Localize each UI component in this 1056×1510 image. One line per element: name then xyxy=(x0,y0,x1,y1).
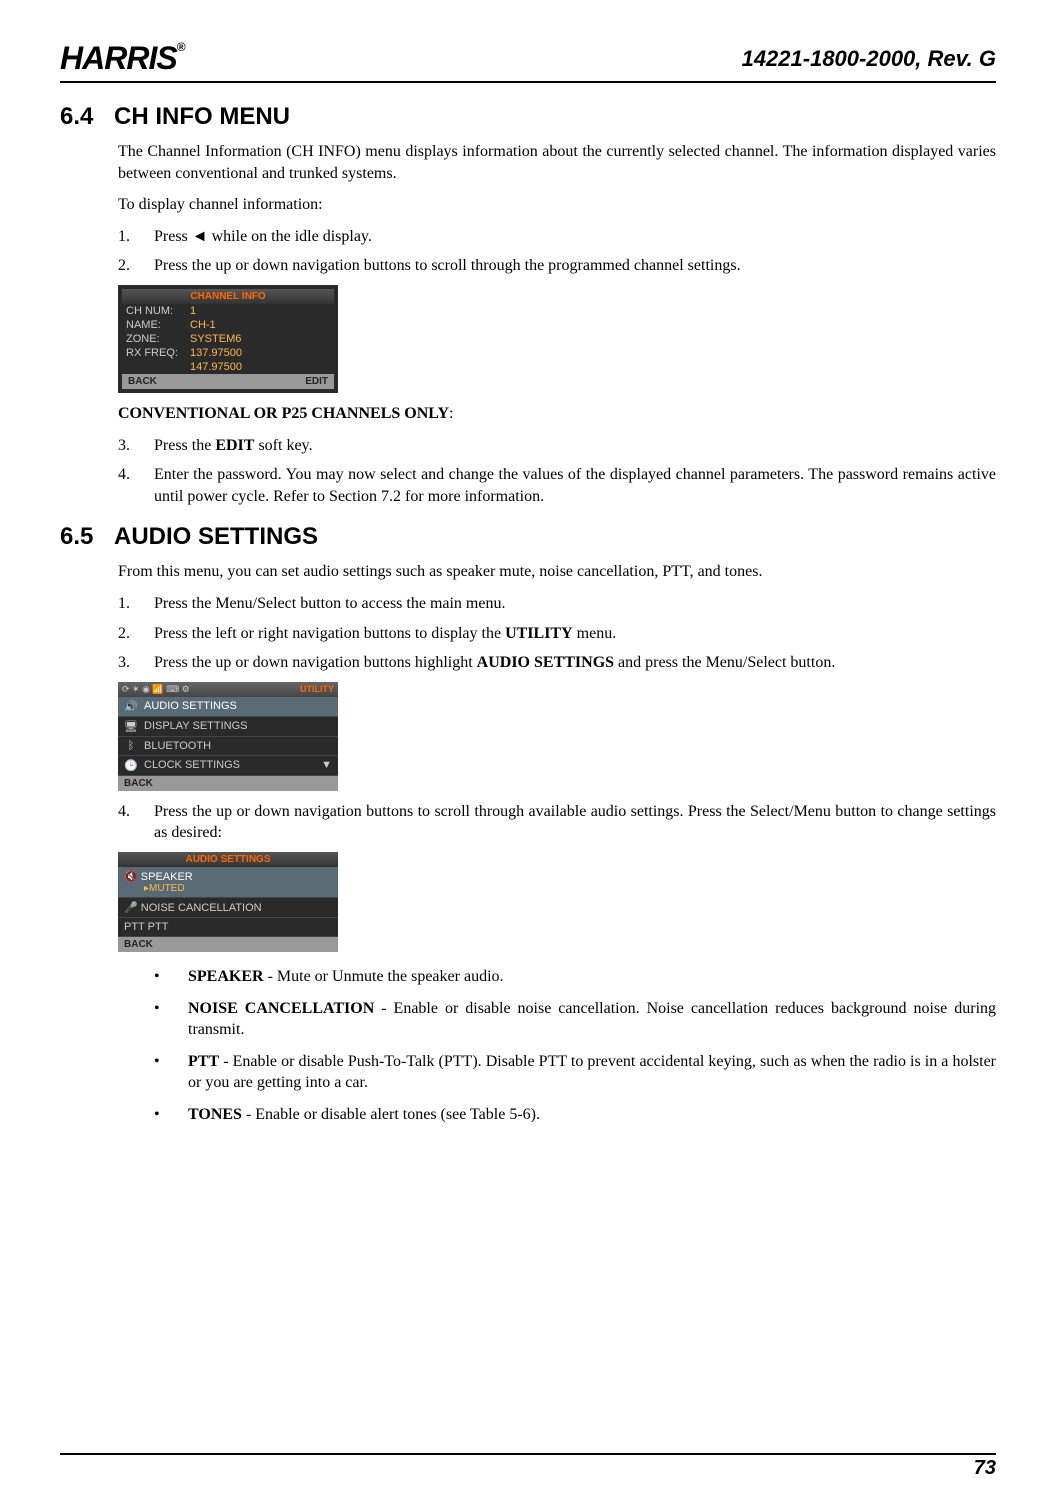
edit-softkey: EDIT xyxy=(305,376,328,387)
table-row: RX FREQ:137.97500 xyxy=(122,346,334,360)
list-item: 2.Press the up or down navigation button… xyxy=(118,255,996,277)
document-id: 14221-1800-2000, Rev. G xyxy=(742,46,996,72)
section-heading-65: 6.5AUDIO SETTINGS xyxy=(60,523,996,551)
ordered-list: 4.Press the up or down navigation button… xyxy=(118,801,996,844)
list-item: 1.Press ◄ while on the idle display. xyxy=(118,226,996,248)
logo: HARRIS® xyxy=(60,40,185,77)
noise-icon: 🎤 xyxy=(124,902,138,914)
screenshot-softkeys: BACK xyxy=(118,776,338,791)
list-item: PTT - Enable or disable Push-To-Talk (PT… xyxy=(154,1051,996,1094)
page-number: 73 xyxy=(974,1457,996,1479)
paragraph: From this menu, you can set audio settin… xyxy=(118,561,996,583)
table-row: 147.97500 xyxy=(122,360,334,374)
table-row: CH NUM:1 xyxy=(122,304,334,318)
menu-item: 🎤 NOISE CANCELLATION xyxy=(118,898,338,918)
ordered-list: 1.Press the Menu/Select button to access… xyxy=(118,593,996,674)
page-footer: 73 xyxy=(60,1453,996,1480)
section-number: 6.5 xyxy=(60,523,114,551)
bullet-list: SPEAKER - Mute or Unmute the speaker aud… xyxy=(154,966,996,1126)
utility-menu-screenshot: ⟳ ✶ ◉ 📶 ⌨ ⚙ UTILITY 🔊AUDIO SETTINGS 🖥DIS… xyxy=(118,682,338,791)
table-row: NAME:CH-1 xyxy=(122,318,334,332)
section-title: AUDIO SETTINGS xyxy=(114,523,318,550)
paragraph: To display channel information: xyxy=(118,194,996,216)
status-icons: ⟳ ✶ ◉ 📶 ⌨ ⚙ xyxy=(122,684,190,695)
back-softkey: BACK xyxy=(124,778,153,789)
menu-item: ᛒBLUETOOTH xyxy=(118,737,338,756)
section-title: CH INFO MENU xyxy=(114,103,290,130)
utility-label: UTILITY xyxy=(300,684,334,695)
list-item: 4.Enter the password. You may now select… xyxy=(118,464,996,507)
list-item: TONES - Enable or disable alert tones (s… xyxy=(154,1104,996,1126)
ptt-icon: PTT xyxy=(124,921,145,933)
channel-info-screenshot: CHANNEL INFO CH NUM:1 NAME:CH-1 ZONE:SYS… xyxy=(118,285,338,393)
list-item: NOISE CANCELLATION - Enable or disable n… xyxy=(154,998,996,1041)
screenshot-topbar: ⟳ ✶ ◉ 📶 ⌨ ⚙ UTILITY xyxy=(118,682,338,697)
screenshot-title: AUDIO SETTINGS xyxy=(118,852,338,867)
section-number: 6.4 xyxy=(60,103,114,131)
list-item: 2.Press the left or right navigation but… xyxy=(118,623,996,645)
back-softkey: BACK xyxy=(124,939,153,950)
screenshot-title: CHANNEL INFO xyxy=(122,289,334,304)
menu-item: 🖥DISPLAY SETTINGS xyxy=(118,717,338,737)
screenshot-softkeys: BACK xyxy=(118,937,338,952)
audio-settings-screenshot: AUDIO SETTINGS 🔇 SPEAKER ▸MUTED 🎤 NOISE … xyxy=(118,852,338,952)
menu-item: 🔇 SPEAKER ▸MUTED xyxy=(118,867,338,898)
clock-icon: 🕒 xyxy=(124,759,138,772)
bluetooth-icon: ᛒ xyxy=(124,740,138,752)
menu-item: PTT PTT xyxy=(118,918,338,937)
list-item: SPEAKER - Mute or Unmute the speaker aud… xyxy=(154,966,996,988)
ordered-list: 3.Press the EDIT soft key. 4.Enter the p… xyxy=(118,435,996,508)
list-item: 4.Press the up or down navigation button… xyxy=(118,801,996,844)
paragraph: The Channel Information (CH INFO) menu d… xyxy=(118,141,996,184)
list-item: 1.Press the Menu/Select button to access… xyxy=(118,593,996,615)
list-item: 3.Press the EDIT soft key. xyxy=(118,435,996,457)
speaker-icon: 🔇 xyxy=(124,871,138,883)
display-icon: 🖥 xyxy=(124,720,138,733)
page-header: HARRIS® 14221-1800-2000, Rev. G xyxy=(60,40,996,83)
left-arrow-icon: ◄ xyxy=(192,228,208,245)
subheading: CONVENTIONAL OR P25 CHANNELS ONLY: xyxy=(118,403,996,425)
menu-item: 🔊AUDIO SETTINGS xyxy=(118,697,338,717)
back-softkey: BACK xyxy=(128,376,157,387)
menu-item-value: ▸MUTED xyxy=(124,883,332,894)
down-arrow-icon: ▼ xyxy=(321,759,332,771)
table-row: ZONE:SYSTEM6 xyxy=(122,332,334,346)
menu-item: 🕒CLOCK SETTINGS▼ xyxy=(118,756,338,776)
list-item: 3.Press the up or down navigation button… xyxy=(118,652,996,674)
screenshot-softkeys: BACK EDIT xyxy=(122,374,334,389)
speaker-icon: 🔊 xyxy=(124,700,138,713)
ordered-list: 1.Press ◄ while on the idle display. 2.P… xyxy=(118,226,996,277)
section-heading-64: 6.4CH INFO MENU xyxy=(60,103,996,131)
